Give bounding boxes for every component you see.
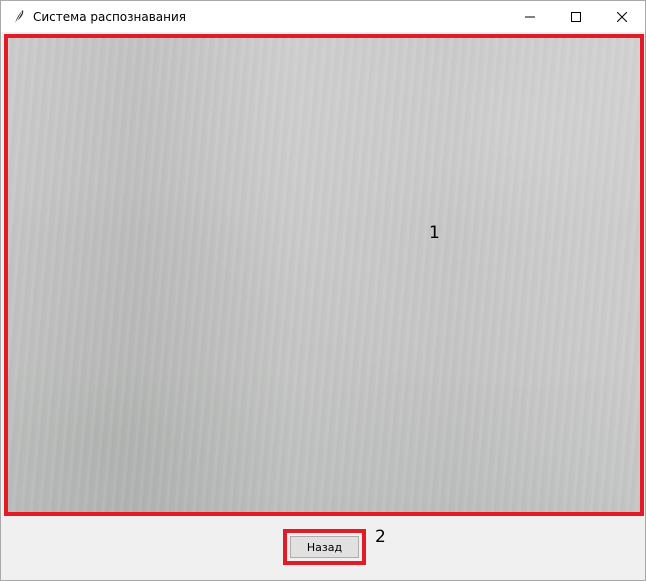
maximize-icon bbox=[571, 7, 581, 26]
minimize-icon bbox=[525, 7, 535, 26]
title-bar[interactable]: Система распознавания bbox=[1, 1, 645, 32]
feather-icon bbox=[9, 7, 29, 27]
minimize-button[interactable] bbox=[507, 1, 553, 32]
annotation-label-1: 1 bbox=[429, 223, 440, 243]
camera-view bbox=[4, 34, 644, 516]
back-button-highlight: Назад bbox=[283, 529, 366, 565]
app-window: Система распознавания 1 Назад 2 bbox=[0, 0, 646, 581]
window-title: Система распознавания bbox=[33, 9, 186, 24]
maximize-button[interactable] bbox=[553, 1, 599, 32]
close-button[interactable] bbox=[599, 1, 645, 32]
back-button[interactable]: Назад bbox=[290, 536, 359, 558]
close-icon bbox=[616, 7, 628, 26]
annotation-label-2: 2 bbox=[375, 527, 386, 547]
